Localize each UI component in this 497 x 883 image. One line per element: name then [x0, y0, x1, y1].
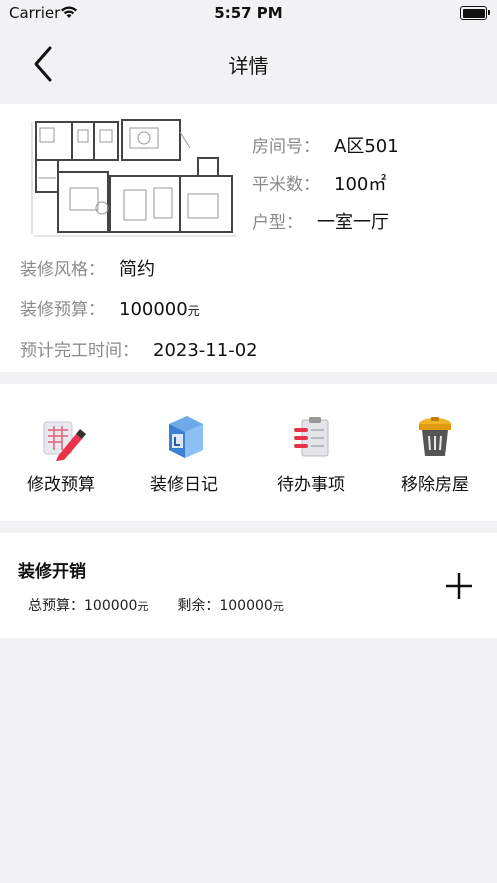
remaining-value: 100000 — [219, 598, 273, 614]
area-label: 平米数： — [252, 175, 320, 195]
style-value: 简约 — [119, 259, 155, 280]
remove-house-label: 移除房屋 — [401, 475, 469, 495]
trash-bin-icon — [410, 412, 460, 462]
plus-icon — [446, 573, 472, 599]
layout-label: 户型： — [252, 213, 303, 233]
todo-button[interactable]: 待办事项 — [256, 412, 366, 495]
layout-row: 户型： 一室一厅 — [252, 208, 389, 234]
budget-row: 装修预算： 100000元 — [20, 295, 200, 320]
expenses-summary: 总预算：100000元 剩余：100000元 — [28, 595, 284, 615]
area-row: 平米数： 100㎡ — [252, 170, 386, 196]
finish-date-label: 预计完工时间： — [20, 341, 139, 361]
status-bar: Carrier 5:57 PM — [0, 0, 497, 26]
add-expense-button[interactable] — [442, 569, 476, 603]
style-row: 装修风格： 简约 — [20, 255, 155, 281]
total-budget-value: 100000 — [84, 598, 138, 614]
decoration-diary-button[interactable]: 装修日记 — [129, 412, 239, 495]
area-value: 100㎡ — [334, 174, 387, 195]
remaining-label: 剩余： — [177, 598, 220, 614]
clock: 5:57 PM — [214, 4, 283, 22]
finish-date-row: 预计完工时间： 2023-11-02 — [20, 336, 258, 361]
total-budget-label: 总预算： — [28, 598, 84, 614]
layout-value: 一室一厅 — [317, 212, 389, 233]
todo-label: 待办事项 — [277, 475, 345, 495]
decoration-diary-label: 装修日记 — [150, 475, 218, 495]
battery-icon — [460, 6, 490, 20]
total-budget-unit: 元 — [137, 600, 149, 613]
edit-budget-label: 修改预算 — [27, 475, 95, 495]
remaining-unit: 元 — [272, 600, 284, 613]
finish-date-value: 2023-11-02 — [153, 340, 258, 361]
expenses-title: 装修开销 — [18, 562, 86, 582]
floorplan-image — [30, 118, 240, 238]
budget-unit: 元 — [187, 304, 200, 318]
room-number-label: 房间号： — [252, 137, 320, 157]
remove-house-button[interactable]: 移除房屋 — [380, 412, 490, 495]
budget-value: 100000 — [119, 299, 188, 320]
house-info-card: 房间号： A区501 平米数： 100㎡ 户型： 一室一厅 装修风格： 简约 装修预算：… — [0, 104, 497, 372]
room-number-value: A区501 — [334, 136, 399, 157]
budget-label: 装修预算： — [20, 300, 105, 320]
style-label: 装修风格： — [20, 260, 105, 280]
page-title: 详情 — [228, 54, 269, 78]
diary-clock-icon — [159, 412, 209, 462]
edit-budget-button[interactable]: 修改预算 — [6, 412, 116, 495]
nav-bar: 详情 — [0, 30, 497, 100]
room-number-row: 房间号： A区501 — [252, 132, 399, 158]
actions-card: 修改预算 装修日记 待办事项 移除房屋 — [0, 384, 497, 521]
edit-budget-icon — [36, 412, 86, 462]
expenses-card: 装修开销 总预算：100000元 剩余：100000元 — [0, 533, 497, 638]
todo-clipboard-icon — [286, 412, 336, 462]
